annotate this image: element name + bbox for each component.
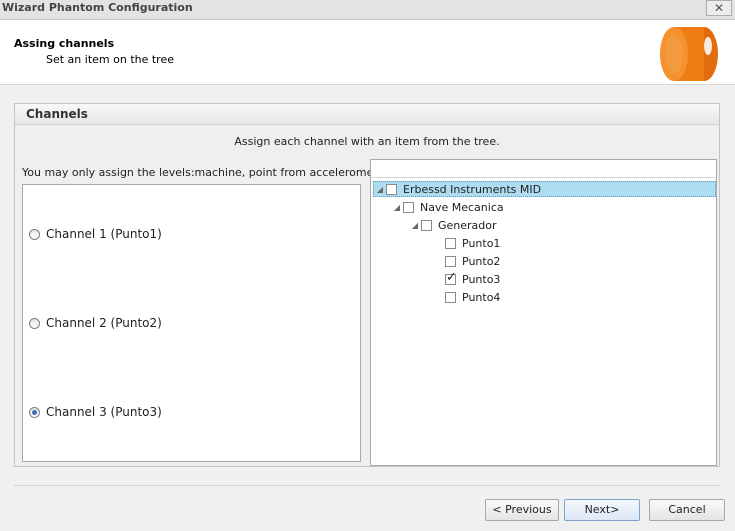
tree-checkbox[interactable] <box>445 255 456 267</box>
channel-2-option[interactable]: Channel 2 (Punto2) <box>29 314 162 332</box>
tree-item-label: Punto3 <box>462 272 501 286</box>
radio-unchecked-icon[interactable] <box>29 317 40 329</box>
item-tree: ◢ Erbessd Instruments MID ◢ Nave Mecanic… <box>370 159 717 466</box>
channels-group: Channels Assign each channel with an ite… <box>14 103 720 467</box>
channel-list: Channel 1 (Punto1) Channel 2 (Punto2) Ch… <box>22 184 361 462</box>
tree-item-nave-mecanica[interactable]: ◢ Nave Mecanica <box>391 199 504 215</box>
channel-2-label: Channel 2 (Punto2) <box>46 316 162 330</box>
levels-note: You may only assign the levels:machine, … <box>22 166 389 179</box>
channel-3-label: Channel 3 (Punto3) <box>46 405 162 419</box>
tree-item-erbessd-instruments-mid[interactable]: ◢ Erbessd Instruments MID <box>373 181 716 197</box>
expand-arrow-icon[interactable]: ◢ <box>409 221 421 230</box>
tree-item-label: Erbessd Instruments MID <box>403 182 542 196</box>
tree-item-generador[interactable]: ◢ Generador <box>409 217 497 233</box>
step-subtitle: Set an item on the tree <box>46 53 174 66</box>
group-header: Channels <box>15 104 719 125</box>
previous-button[interactable]: < Previous <box>485 499 559 521</box>
radio-unchecked-icon[interactable] <box>29 228 40 240</box>
tree-item-label: Punto1 <box>462 236 501 250</box>
tree-checkbox[interactable] <box>445 237 456 249</box>
cancel-button[interactable]: Cancel <box>649 499 725 521</box>
tree-checkbox[interactable] <box>386 183 397 195</box>
wizard-header: Assing channels Set an item on the tree <box>0 20 735 85</box>
tree-item-punto1[interactable]: Punto1 <box>445 235 500 251</box>
title-bar: Wizard Phantom Configuration ✕ <box>0 0 735 20</box>
next-button[interactable]: Next> <box>564 499 640 521</box>
tree-item-label: Generador <box>438 218 497 232</box>
tree-checkbox-checked[interactable]: ✓ <box>445 269 457 285</box>
instruction-text: Assign each channel with an item from th… <box>234 135 500 148</box>
close-button[interactable]: ✕ <box>706 0 732 16</box>
radio-checked-icon[interactable] <box>29 406 40 418</box>
group-title: Channels <box>26 107 88 121</box>
tree-item-punto3[interactable]: ✓ Punto3 <box>445 271 500 287</box>
tree-item-label: Punto4 <box>462 290 501 304</box>
tree-item-punto2[interactable]: Punto2 <box>445 253 500 269</box>
expand-arrow-icon[interactable]: ◢ <box>374 185 386 194</box>
tree-item-punto4[interactable]: Punto4 <box>445 289 500 305</box>
expand-arrow-icon[interactable]: ◢ <box>391 203 403 212</box>
tree-item-label: Punto2 <box>462 254 501 268</box>
tree-item-label: Nave Mecanica <box>420 200 504 214</box>
window-title: Wizard Phantom Configuration <box>2 1 193 14</box>
channel-3-option[interactable]: Channel 3 (Punto3) <box>29 403 162 421</box>
channel-1-option[interactable]: Channel 1 (Punto1) <box>29 225 162 243</box>
tree-checkbox[interactable] <box>421 219 432 231</box>
step-title: Assing channels <box>14 37 115 50</box>
close-icon: ✕ <box>713 1 725 15</box>
checkmark-icon: ✓ <box>446 269 457 285</box>
tree-checkbox[interactable] <box>403 201 414 213</box>
tree-checkbox[interactable] <box>445 291 456 303</box>
tree-header <box>371 160 716 178</box>
footer-divider <box>14 485 720 486</box>
sensor-logo-icon <box>660 27 718 81</box>
channel-1-label: Channel 1 (Punto1) <box>46 227 162 241</box>
